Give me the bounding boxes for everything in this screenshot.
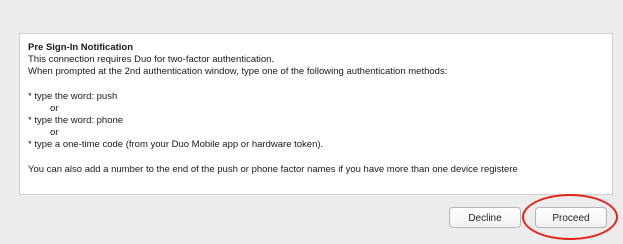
- pre-sign-in-dialog: Pre Sign-In Notification This connection…: [0, 0, 623, 244]
- or-separator-1: or: [50, 102, 59, 114]
- proceed-button[interactable]: Proceed: [535, 207, 607, 228]
- notification-text-panel: Pre Sign-In Notification This connection…: [19, 33, 613, 195]
- notification-footer: You can also add a number to the end of …: [28, 163, 518, 175]
- method-push: * type the word: push: [28, 90, 118, 102]
- method-passcode: * type a one-time code (from your Duo Mo…: [28, 139, 324, 151]
- notification-line-1: This connection requires Duo for two-fac…: [28, 54, 275, 66]
- notification-line-2: When prompted at the 2nd authentication …: [28, 66, 448, 78]
- notification-title: Pre Sign-In Notification: [28, 42, 134, 53]
- method-phone: * type the word: phone: [28, 115, 124, 127]
- or-separator-2: or: [50, 127, 59, 139]
- decline-button[interactable]: Decline: [449, 207, 521, 228]
